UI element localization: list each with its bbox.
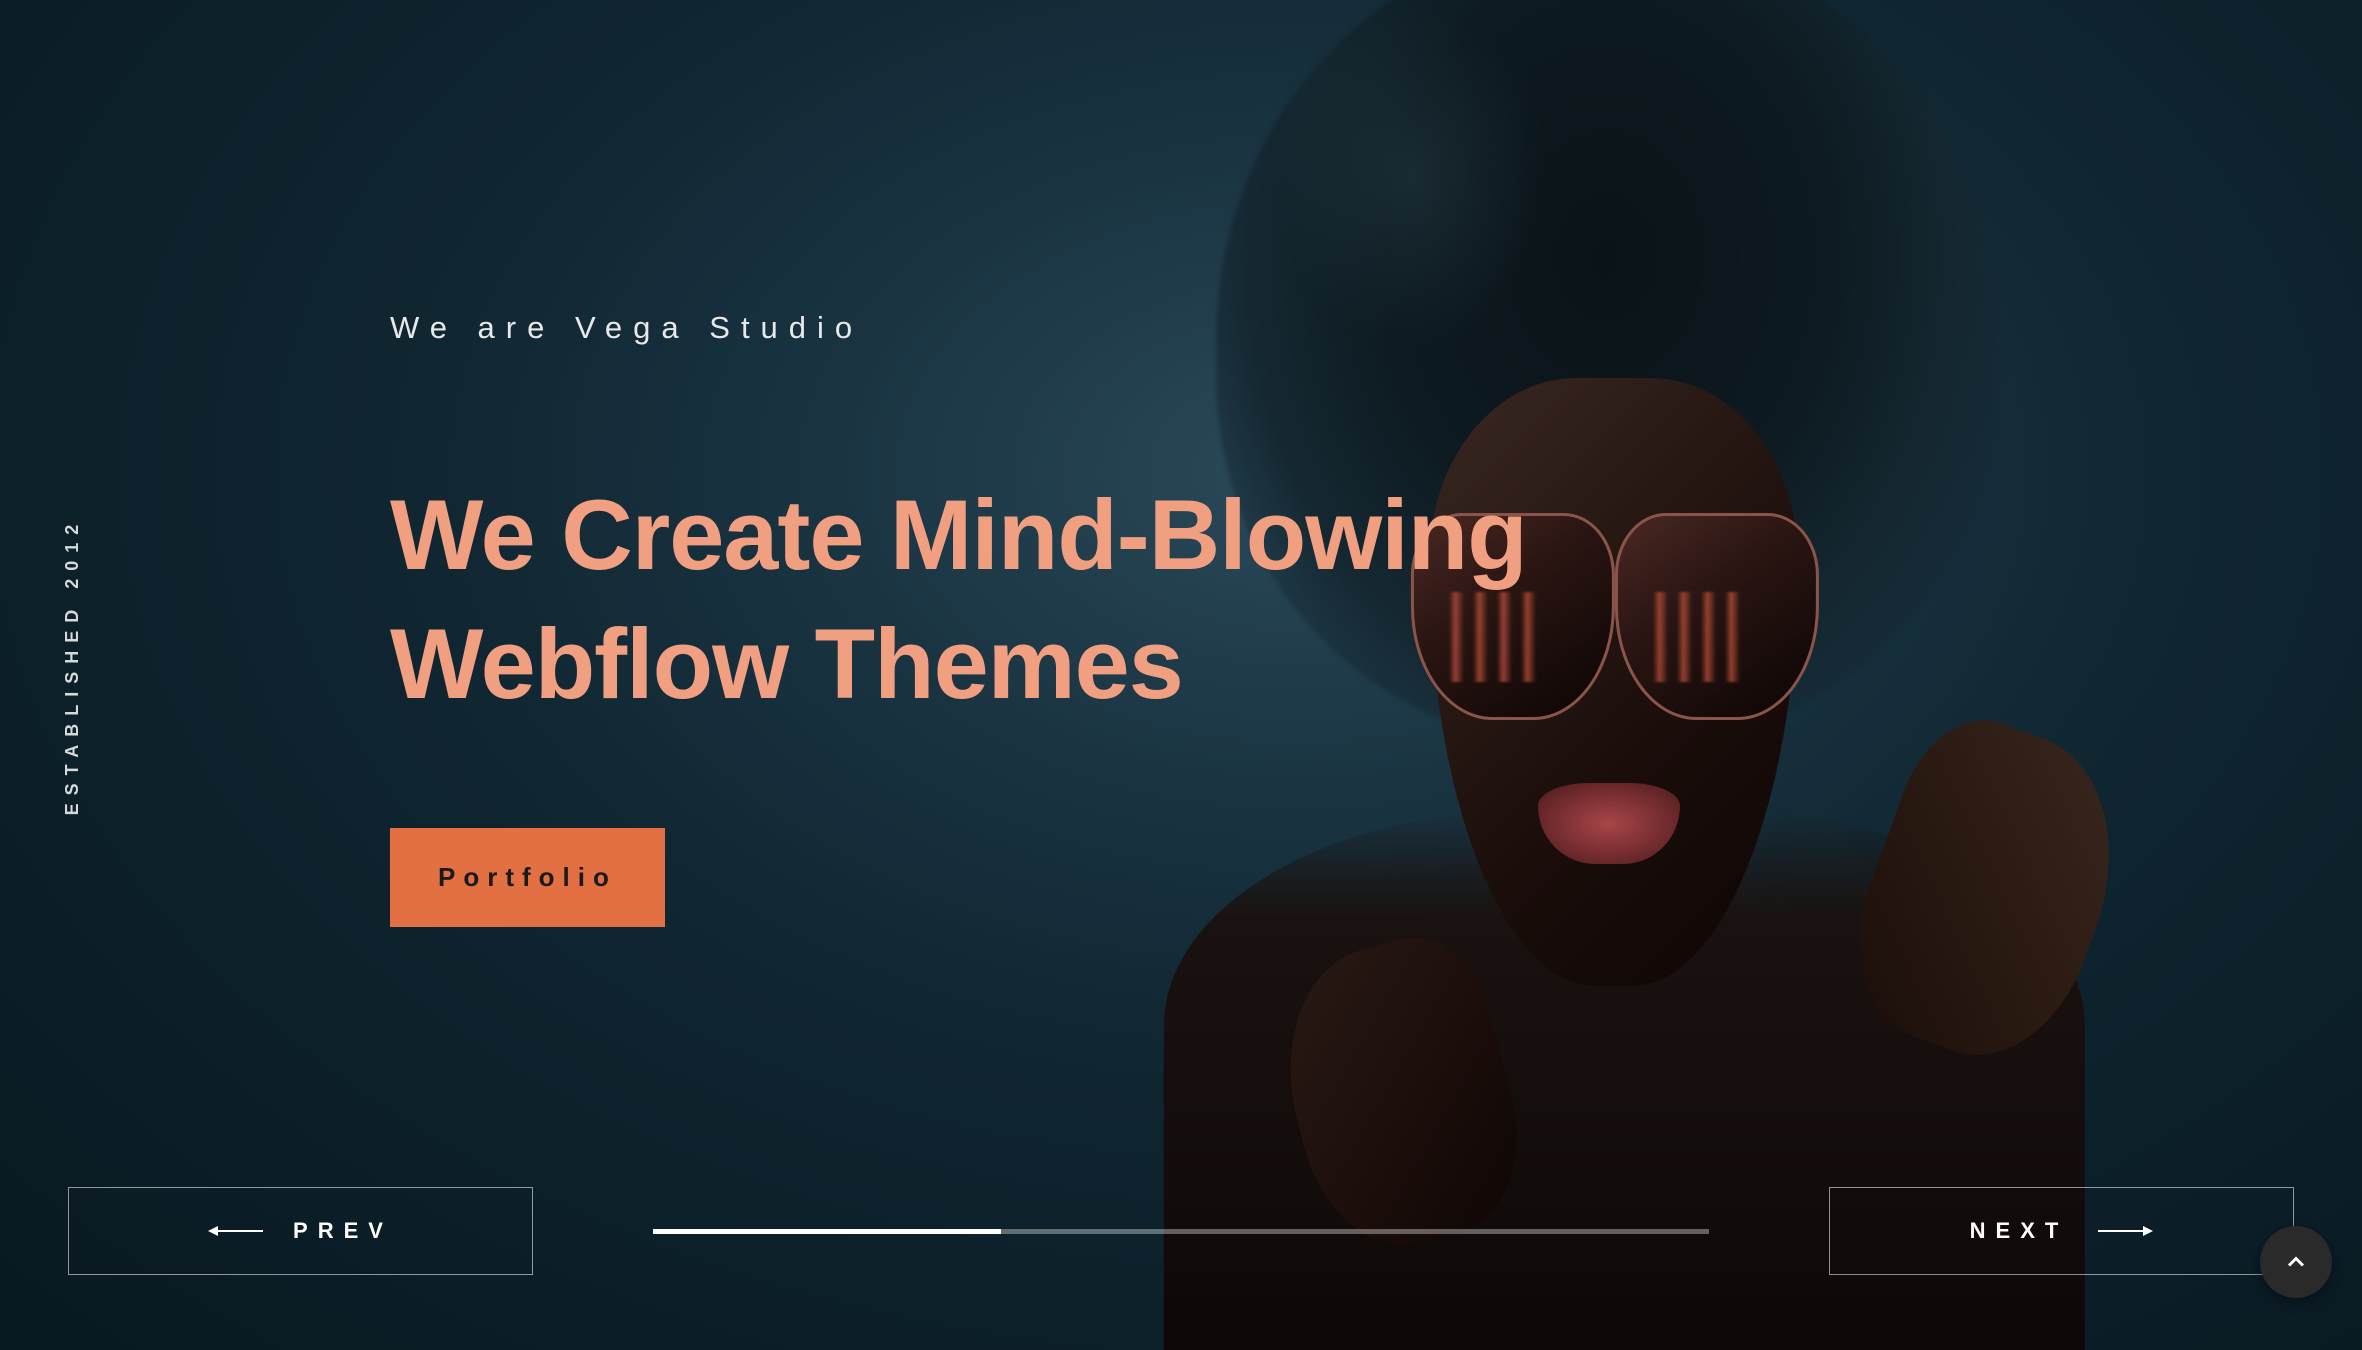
portfolio-button[interactable]: Portfolio [390, 828, 665, 927]
headline-line-2: Webflow Themes [390, 608, 1183, 719]
prev-label: PREV [293, 1218, 393, 1244]
arrow-right-icon [2098, 1226, 2153, 1236]
scroll-to-top-button[interactable] [2260, 1226, 2332, 1298]
hero-section: ESTABLISHED 2012 We are Vega Studio We C… [0, 0, 2362, 1350]
arrow-left-icon [208, 1226, 263, 1236]
slider-navigation: PREV NEXT [68, 1187, 2294, 1275]
established-label: ESTABLISHED 2012 [62, 517, 83, 816]
hero-headline: We Create Mind-Blowing Webflow Themes [390, 471, 1527, 728]
slider-progress-fill [653, 1229, 1001, 1234]
next-button[interactable]: NEXT [1829, 1187, 2294, 1275]
hero-content: We are Vega Studio We Create Mind-Blowin… [390, 310, 1527, 927]
slider-progress-track[interactable] [653, 1229, 1709, 1234]
headline-line-1: We Create Mind-Blowing [390, 479, 1527, 590]
chevron-up-icon [2282, 1248, 2310, 1276]
prev-button[interactable]: PREV [68, 1187, 533, 1275]
hero-tagline: We are Vega Studio [390, 310, 1527, 346]
next-label: NEXT [1970, 1218, 2069, 1244]
